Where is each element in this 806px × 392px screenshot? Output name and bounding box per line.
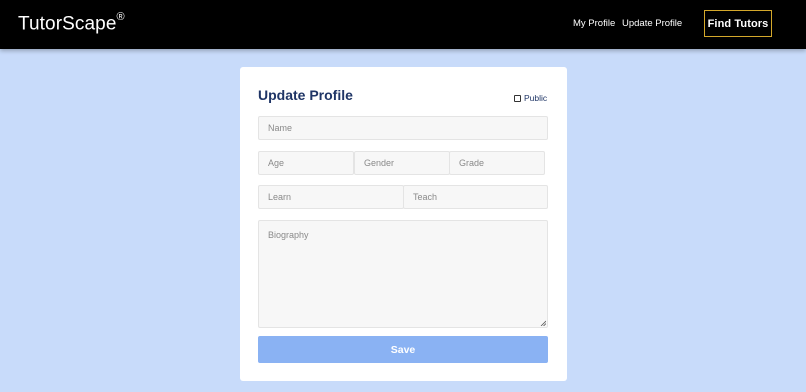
learn-input[interactable]: Learn [258,185,404,209]
public-checkbox[interactable] [514,94,521,102]
navbar: TutorScape® My Profile Update Profile Fi… [0,0,806,49]
nav-link-my-profile[interactable]: My Profile [573,18,615,29]
teach-input[interactable]: Teach [403,185,548,209]
update-profile-card: Update Profile Public Name Age Gender Gr… [240,67,567,381]
public-toggle[interactable]: Public [514,93,547,103]
biography-placeholder: Biography [268,230,309,240]
form-title: Update Profile [258,87,353,103]
age-input[interactable]: Age [258,151,354,175]
find-tutors-button[interactable]: Find Tutors [704,10,772,37]
gender-input[interactable]: Gender [354,151,450,175]
public-label: Public [524,93,548,103]
nav-link-update-profile[interactable]: Update Profile [622,18,682,29]
save-button[interactable]: Save [258,336,548,363]
brand-logo[interactable]: TutorScape® [18,11,125,35]
registered-mark: ® [116,11,125,23]
name-input[interactable]: Name [258,116,548,140]
biography-textarea[interactable]: Biography [258,220,548,328]
resize-handle-icon[interactable] [540,320,546,326]
grade-input[interactable]: Grade [449,151,545,175]
brand-name: TutorScape [18,13,117,35]
